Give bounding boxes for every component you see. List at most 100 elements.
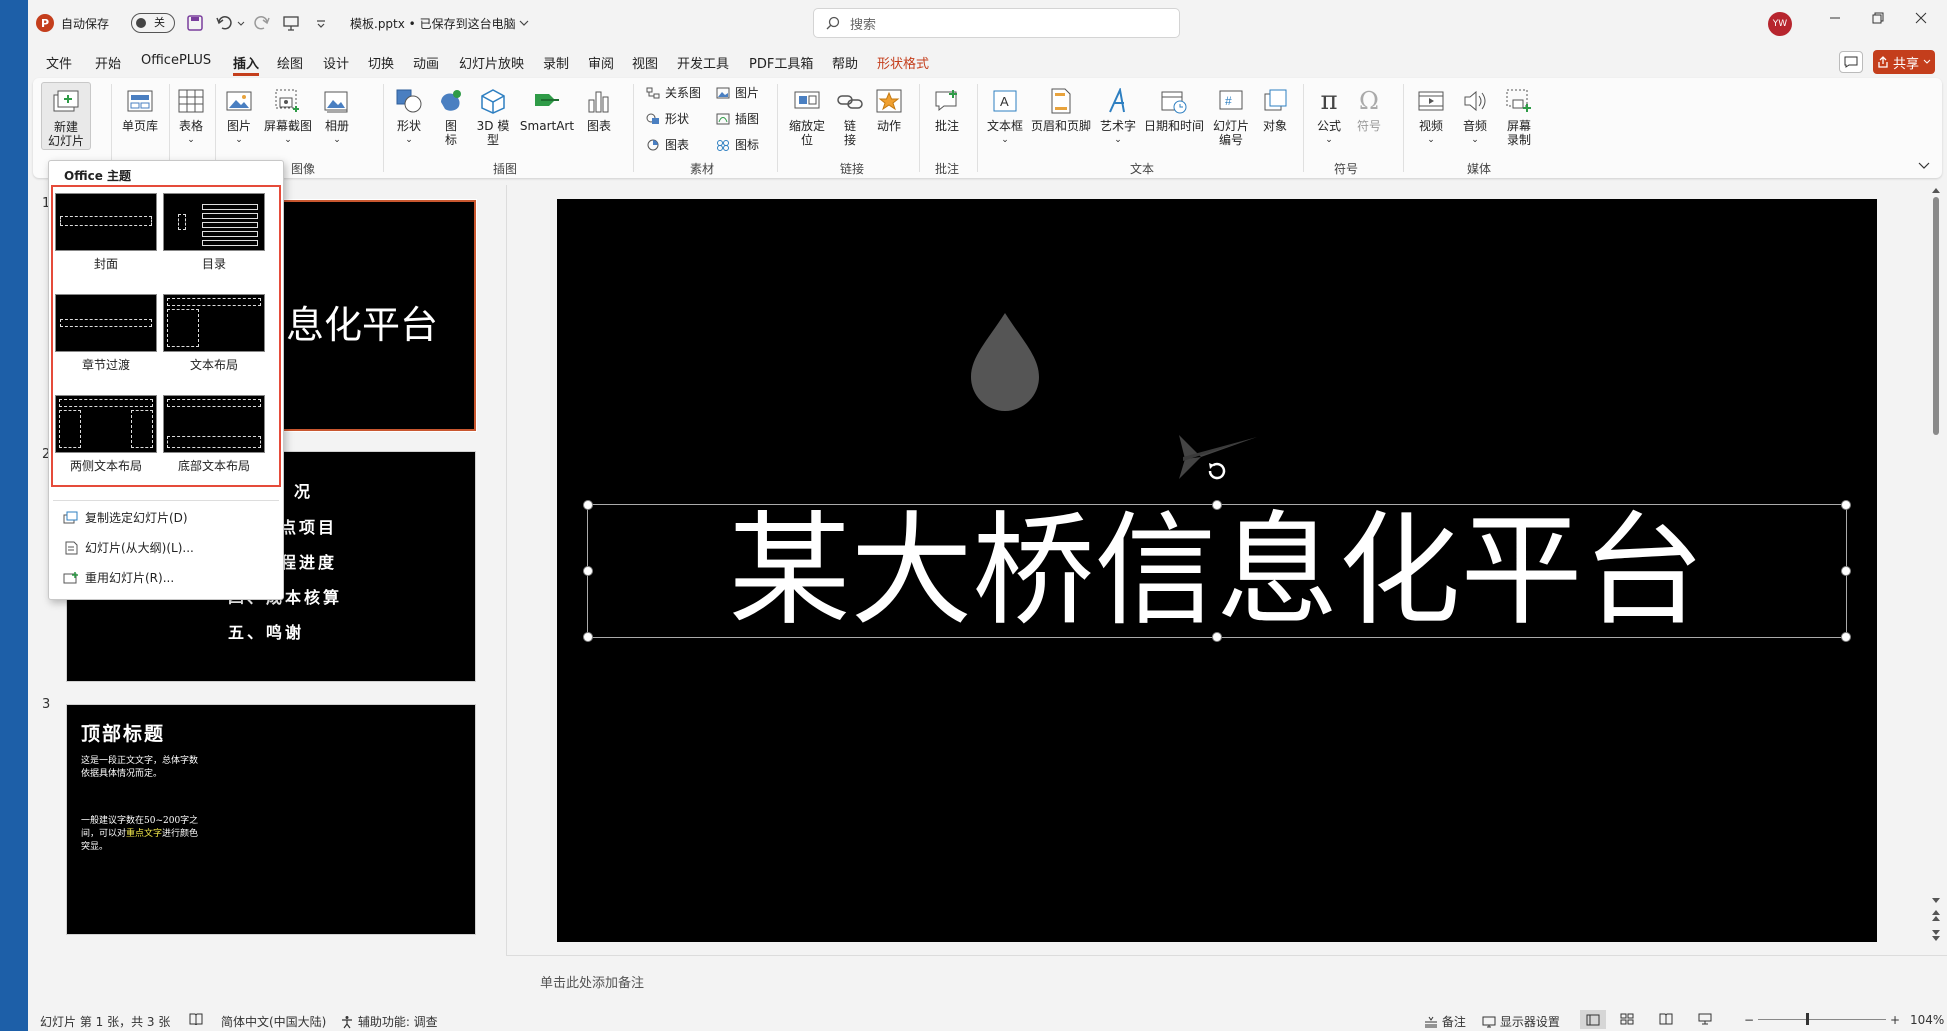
layout-toc[interactable] (163, 193, 265, 251)
slide-thumbnail-3[interactable]: 顶部标题 这是一段正文文字，总体字数依据具体情况而定。 一般建议字数在50~20… (66, 704, 476, 935)
reading-view-button[interactable] (1659, 1013, 1673, 1025)
table-icon[interactable] (175, 86, 207, 116)
slideshow-view-button[interactable] (1698, 1013, 1712, 1025)
photo-album-button[interactable]: 相册 ⌄ (319, 86, 355, 147)
zoom-slider[interactable] (1758, 1019, 1886, 1020)
undo-icon[interactable] (216, 15, 246, 31)
document-title[interactable]: 模板.pptx • 已保存到这台电脑 (350, 13, 529, 33)
notes-icon[interactable] (1424, 1016, 1438, 1028)
layout-cover[interactable] (55, 193, 157, 251)
minimize-button[interactable] (1823, 12, 1847, 34)
action-label[interactable]: 动作 (877, 119, 901, 133)
header-footer-label[interactable]: 页眉和页脚 (1031, 119, 1091, 133)
wordart-button[interactable]: 艺术字 ⌄ (1097, 86, 1139, 147)
textbox-label[interactable]: 文本框 (987, 119, 1023, 133)
chevron-down-icon[interactable]: ⌄ (1001, 133, 1009, 147)
tab-developer[interactable]: 开发工具 (677, 53, 729, 72)
notes-pane[interactable]: 单击此处添加备注 (506, 955, 1947, 1005)
video-button[interactable]: 视频 ⌄ (1411, 86, 1451, 147)
zoom-label[interactable]: 缩放定 位 (789, 119, 825, 147)
tab-home[interactable]: 开始 (95, 53, 121, 72)
chevron-down-icon[interactable]: ⌄ (1427, 133, 1435, 147)
object-button[interactable]: 对象 (1257, 86, 1293, 133)
textbox-icon[interactable]: A (989, 86, 1021, 116)
picture-small-button[interactable]: 图片 (715, 84, 759, 101)
tab-pdf-tools[interactable]: PDF工具箱 (749, 53, 813, 72)
chart-label[interactable]: 图表 (587, 119, 611, 133)
video-icon[interactable] (1415, 86, 1447, 116)
chevron-down-icon[interactable]: ⌄ (235, 133, 243, 147)
illustration-label[interactable]: 插图 (735, 110, 759, 127)
reuse-slides-icon[interactable] (63, 571, 79, 585)
share-button[interactable]: 共享 (1873, 50, 1935, 74)
table-button[interactable]: 表格 ⌄ (173, 86, 209, 147)
calendar-icon[interactable] (1158, 86, 1190, 116)
layout-label[interactable]: 目录 (163, 255, 265, 272)
zoom-slider-thumb[interactable] (1806, 1013, 1809, 1025)
video-label[interactable]: 视频 (1419, 119, 1443, 133)
tab-slideshow[interactable]: 幻灯片放映 (459, 53, 524, 72)
reuse-slides-item[interactable]: 重用幻灯片(R)... (63, 569, 174, 586)
header-footer-icon[interactable] (1045, 86, 1077, 116)
tab-design[interactable]: 设计 (323, 53, 349, 72)
shape-small-button[interactable]: 形状 (645, 110, 689, 127)
comment-button[interactable]: 批注 (927, 86, 967, 133)
display-settings-label[interactable]: 显示器设置 (1500, 1013, 1560, 1030)
shapes-label[interactable]: 形状 (397, 119, 421, 133)
equation-button[interactable]: π 公式 ⌄ (1311, 86, 1347, 147)
slide-sorter-button[interactable] (1620, 1013, 1634, 1025)
single-page-label[interactable]: 单页库 (122, 119, 158, 133)
customize-qat-button[interactable] (316, 13, 326, 33)
speaker-icon[interactable] (1459, 86, 1491, 116)
comment-label[interactable]: 批注 (935, 119, 959, 133)
pie-chart-icon[interactable] (645, 138, 661, 152)
tab-insert[interactable]: 插入 (233, 53, 260, 76)
picture-small-label[interactable]: 图片 (735, 84, 759, 101)
tab-officeplus[interactable]: OfficePLUS (141, 53, 211, 68)
new-comment-icon[interactable] (931, 86, 963, 116)
spellcheck-button[interactable] (189, 1013, 203, 1025)
share-icon[interactable] (1877, 56, 1889, 68)
chevron-down-icon[interactable]: ⌄ (1471, 133, 1479, 147)
header-footer-button[interactable]: 页眉和页脚 (1029, 86, 1093, 133)
normal-view-icon[interactable] (1586, 1014, 1600, 1026)
icons-icon[interactable] (435, 86, 467, 116)
minimize-icon[interactable] (1829, 12, 1841, 24)
shapes-button[interactable]: 形状 ⌄ (389, 86, 429, 147)
tab-file[interactable]: 文件 (46, 53, 72, 72)
audio-button[interactable]: 音频 ⌄ (1455, 86, 1495, 147)
illustration-button[interactable]: 插图 (715, 110, 759, 127)
icons-label[interactable]: 图 标 (445, 119, 457, 147)
symbol-button[interactable]: Ω 符号 (1351, 86, 1387, 133)
chevron-down-icon[interactable]: ⌄ (333, 133, 341, 147)
screen-recording-button[interactable]: 屏幕 录制 (1499, 86, 1539, 147)
relations-label[interactable]: 关系图 (665, 84, 701, 101)
presentation-icon[interactable] (282, 15, 300, 31)
collapse-ribbon-button[interactable] (1918, 158, 1930, 172)
layout-label[interactable]: 文本布局 (163, 356, 265, 373)
book-icon[interactable] (1659, 1013, 1673, 1025)
omega-icon[interactable]: Ω (1353, 86, 1385, 116)
new-slide-icon[interactable] (50, 87, 82, 117)
screenshot-button[interactable]: 屏幕截图 ⌄ (261, 86, 315, 147)
wordart-label[interactable]: 艺术字 (1100, 119, 1136, 133)
audio-label[interactable]: 音频 (1463, 119, 1487, 133)
chart-small-button[interactable]: 图表 (645, 136, 689, 153)
icon-small-label[interactable]: 图标 (735, 136, 759, 153)
document-title-text[interactable]: 模板.pptx • 已保存到这台电脑 (350, 15, 516, 32)
zoom-level[interactable]: 104% (1910, 1013, 1944, 1027)
zoom-out-button[interactable]: − (1744, 1013, 1754, 1027)
screenshot-icon[interactable] (272, 86, 304, 116)
zoom-icon[interactable] (791, 86, 823, 116)
comment-icon[interactable] (1844, 56, 1858, 68)
accessibility-text[interactable]: 辅助功能: 调查 (358, 1013, 438, 1030)
icons-button[interactable]: 图 标 (433, 86, 469, 147)
zoom-button[interactable]: 缩放定 位 (785, 86, 829, 147)
grid-icon[interactable] (1620, 1013, 1634, 1025)
single-page-library-button[interactable]: 单页库 (117, 86, 163, 133)
layout-label[interactable]: 两侧文本布局 (55, 457, 157, 474)
bar-chart-icon[interactable] (583, 86, 615, 116)
normal-view-button[interactable] (1580, 1010, 1606, 1029)
photo-album-icon[interactable] (321, 86, 353, 116)
slide-number-icon[interactable]: # (1215, 86, 1247, 116)
